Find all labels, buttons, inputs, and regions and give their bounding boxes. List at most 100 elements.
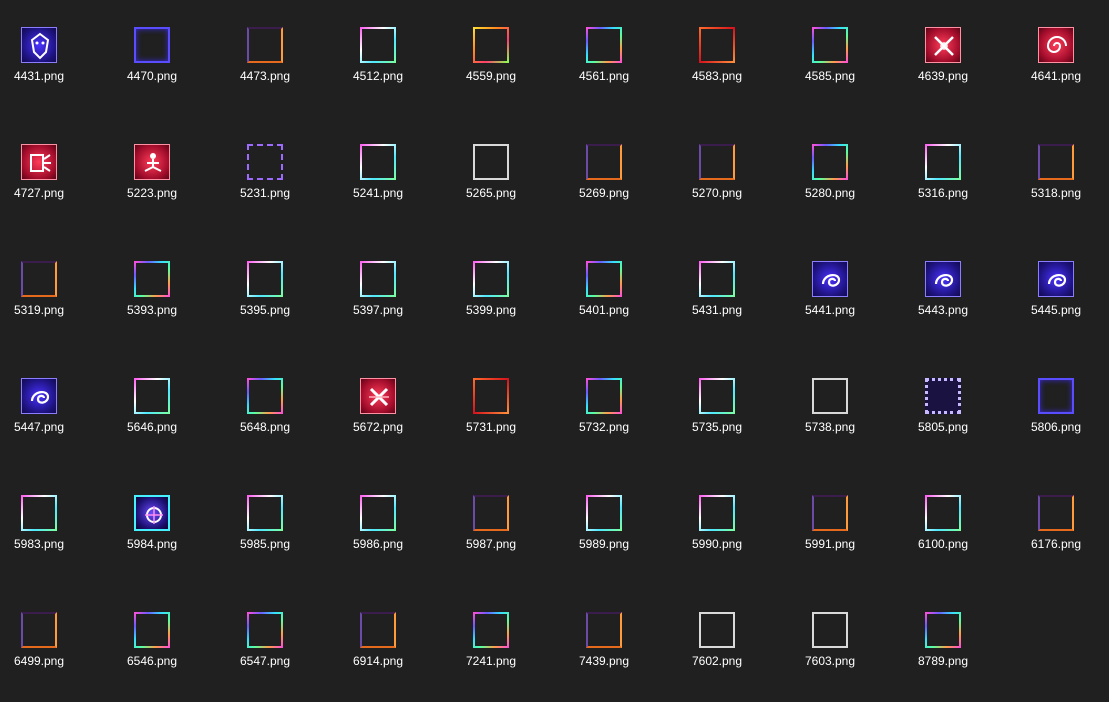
file-name-label: 5280.png (804, 186, 856, 200)
frame-thumbnail (586, 27, 622, 63)
crossed-swords-icon (925, 27, 961, 63)
file-name-label: 5985.png (239, 537, 291, 551)
file-name-label: 5984.png (126, 537, 178, 551)
file-item[interactable]: 5241.png (328, 117, 428, 234)
frame-thumbnail (1038, 144, 1074, 180)
file-name-label: 4561.png (578, 69, 630, 83)
file-item[interactable]: 5447.png (0, 351, 89, 468)
file-item[interactable]: 5732.png (554, 351, 654, 468)
file-name-label: 5319.png (13, 303, 65, 317)
file-name-label: 4639.png (917, 69, 969, 83)
file-name-label: 7602.png (691, 654, 743, 668)
file-grid: 4431.png 4470.png 4473.png 4512.png 4559.png… (0, 0, 1109, 670)
file-item[interactable]: 5991.png (780, 468, 880, 585)
file-item[interactable]: 5672.png (328, 351, 428, 468)
file-item[interactable]: 6100.png (893, 468, 993, 585)
file-item[interactable]: 5646.png (102, 351, 202, 468)
file-item[interactable]: 7602.png (667, 585, 767, 702)
frame-thumbnail (925, 612, 961, 648)
file-item[interactable]: 4727.png (0, 117, 89, 234)
file-name-label: 5397.png (352, 303, 404, 317)
frame-thumbnail (925, 495, 961, 531)
file-item[interactable]: 6547.png (215, 585, 315, 702)
file-name-label: 6176.png (1030, 537, 1082, 551)
file-name-label: 5990.png (691, 537, 743, 551)
file-item[interactable]: 4559.png (441, 0, 541, 117)
file-item[interactable]: 5401.png (554, 234, 654, 351)
file-name-label: 6546.png (126, 654, 178, 668)
file-item[interactable]: 4470.png (102, 0, 202, 117)
file-item[interactable]: 5990.png (667, 468, 767, 585)
frame-thumbnail (247, 261, 283, 297)
file-name-label: 4727.png (13, 186, 65, 200)
file-name-label: 4585.png (804, 69, 856, 83)
frame-thumbnail (247, 612, 283, 648)
file-item[interactable]: 5443.png (893, 234, 993, 351)
file-item[interactable]: 4512.png (328, 0, 428, 117)
file-item[interactable]: 7241.png (441, 585, 541, 702)
eagle-icon (21, 27, 57, 63)
lotus-icon (134, 495, 170, 531)
file-name-label: 5991.png (804, 537, 856, 551)
file-name-label: 5989.png (578, 537, 630, 551)
file-name-label: 4431.png (13, 69, 65, 83)
file-item[interactable]: 5318.png (1006, 117, 1106, 234)
file-item[interactable]: 4585.png (780, 0, 880, 117)
file-name-label: 7603.png (804, 654, 856, 668)
file-item[interactable]: 5987.png (441, 468, 541, 585)
file-item[interactable]: 4639.png (893, 0, 993, 117)
file-item[interactable]: 5395.png (215, 234, 315, 351)
file-item[interactable]: 4561.png (554, 0, 654, 117)
file-item[interactable]: 5431.png (667, 234, 767, 351)
file-item[interactable]: 5731.png (441, 351, 541, 468)
frame-thumbnail (699, 261, 735, 297)
file-item[interactable]: 5399.png (441, 234, 541, 351)
file-item[interactable]: 4583.png (667, 0, 767, 117)
file-item[interactable]: 5441.png (780, 234, 880, 351)
file-item[interactable]: 5269.png (554, 117, 654, 234)
file-item[interactable]: 4641.png (1006, 0, 1106, 117)
file-item[interactable]: 6499.png (0, 585, 89, 702)
file-item[interactable]: 5316.png (893, 117, 993, 234)
frame-thumbnail (812, 378, 848, 414)
file-item[interactable]: 5984.png (102, 468, 202, 585)
frame-thumbnail (812, 495, 848, 531)
file-item[interactable]: 5986.png (328, 468, 428, 585)
file-item[interactable]: 5805.png (893, 351, 993, 468)
file-item[interactable]: 5397.png (328, 234, 428, 351)
file-item[interactable]: 5231.png (215, 117, 315, 234)
file-item[interactable]: 8789.png (893, 585, 993, 702)
file-item[interactable]: 4473.png (215, 0, 315, 117)
file-item[interactable]: 7439.png (554, 585, 654, 702)
file-item[interactable]: 5989.png (554, 468, 654, 585)
frame-thumbnail (134, 378, 170, 414)
file-item[interactable]: 7603.png (780, 585, 880, 702)
swirl-rune-icon (812, 261, 848, 297)
file-item[interactable]: 5738.png (780, 351, 880, 468)
frame-thumbnail (699, 378, 735, 414)
file-item[interactable]: 5983.png (0, 468, 89, 585)
file-name-label: 5986.png (352, 537, 404, 551)
file-item[interactable]: 6176.png (1006, 468, 1106, 585)
file-item[interactable]: 5319.png (0, 234, 89, 351)
swirl-rune-icon (30, 391, 50, 404)
file-item[interactable]: 5806.png (1006, 351, 1106, 468)
file-item[interactable]: 5393.png (102, 234, 202, 351)
frame-thumbnail (812, 612, 848, 648)
file-item[interactable]: 5280.png (780, 117, 880, 234)
crossed-blades-icon (360, 378, 396, 414)
file-item[interactable]: 6914.png (328, 585, 428, 702)
file-item[interactable]: 6546.png (102, 585, 202, 702)
file-item[interactable]: 5985.png (215, 468, 315, 585)
frame-thumbnail (699, 495, 735, 531)
file-item[interactable]: 5265.png (441, 117, 541, 234)
eagle-icon (30, 32, 50, 60)
file-item[interactable]: 5445.png (1006, 234, 1106, 351)
file-name-label: 4473.png (239, 69, 291, 83)
frame-thumbnail (247, 495, 283, 531)
file-item[interactable]: 5735.png (667, 351, 767, 468)
file-item[interactable]: 5270.png (667, 117, 767, 234)
file-item[interactable]: 5223.png (102, 117, 202, 234)
file-item[interactable]: 4431.png (0, 0, 89, 117)
file-item[interactable]: 5648.png (215, 351, 315, 468)
